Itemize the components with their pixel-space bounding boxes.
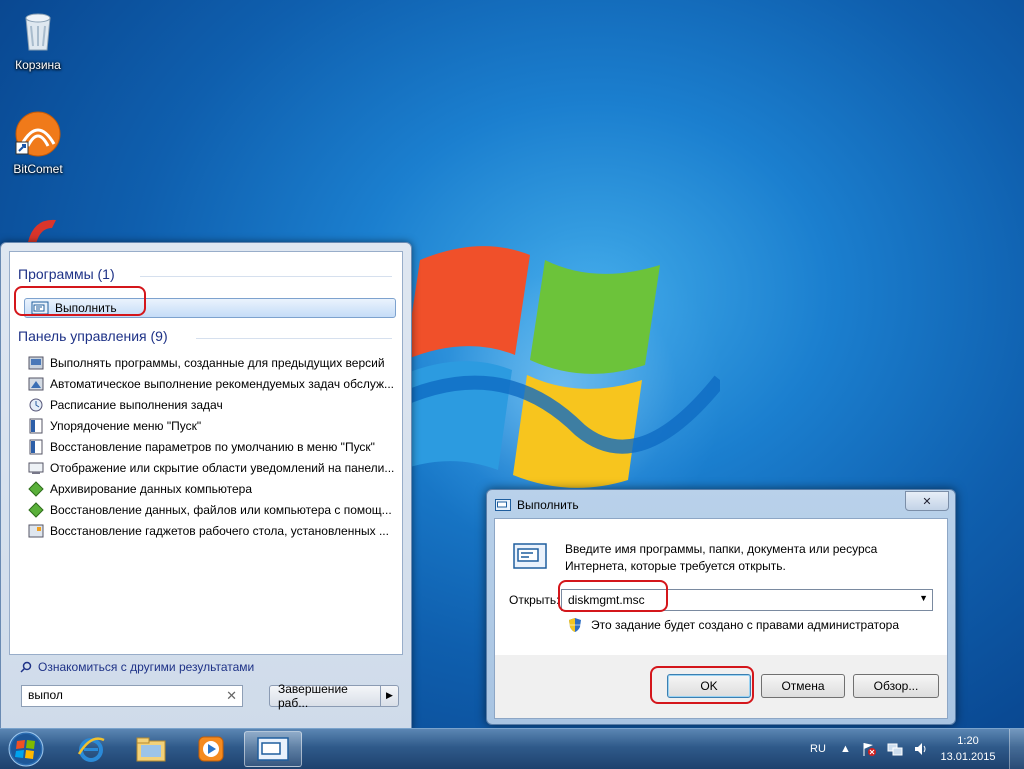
shutdown-button[interactable]: Завершение раб... <box>269 682 381 710</box>
ok-button[interactable]: OK <box>667 674 751 698</box>
close-icon: ✕ <box>922 494 932 508</box>
control-panel-item[interactable]: Восстановление параметров по умолчанию в… <box>28 436 398 457</box>
chevron-down-icon[interactable]: ▼ <box>919 593 928 603</box>
run-icon <box>31 301 49 315</box>
clock-date: 13.01.2015 <box>940 751 996 763</box>
internet-explorer-icon <box>77 737 105 762</box>
run-icon <box>257 737 289 761</box>
clock-time: 1:20 <box>957 735 979 747</box>
shutdown-options-button[interactable]: ▶ <box>381 685 399 707</box>
taskbar-explorer[interactable] <box>122 731 180 767</box>
start-menu-restore-icon <box>29 439 43 454</box>
group-header-control-panel: Панель управления (9) <box>18 328 168 344</box>
start-result-run[interactable]: Выполнить <box>24 298 396 318</box>
windows-orb-icon <box>8 731 44 767</box>
open-combobox[interactable]: diskmgmt.msc ▼ <box>561 589 933 611</box>
action-center-flag-icon[interactable] <box>861 741 877 757</box>
start-menu-settings-icon <box>29 418 43 433</box>
taskbar-run[interactable] <box>244 731 302 767</box>
group-divider <box>196 338 392 339</box>
task-scheduler-icon <box>29 398 43 411</box>
volume-icon[interactable] <box>913 741 929 757</box>
show-hidden-icons-icon[interactable]: ▲ <box>840 743 851 755</box>
bitcomet-icon <box>14 110 62 158</box>
run-title: Выполнить <box>517 498 579 512</box>
tray-icons: ▲ <box>840 729 929 769</box>
close-button[interactable]: ✕ <box>905 491 949 511</box>
arrow-right-icon: ▶ <box>386 691 393 701</box>
backup-icon <box>28 480 44 497</box>
control-panel-item[interactable]: Восстановление данных, файлов или компью… <box>28 499 398 520</box>
clear-search-icon[interactable]: ✕ <box>226 688 237 704</box>
control-panel-item[interactable]: Упорядочение меню "Пуск" <box>28 415 398 436</box>
run-description: Введите имя программы, папки, документа … <box>565 542 878 573</box>
open-value: diskmgmt.msc <box>568 593 645 607</box>
run-content-area <box>495 519 947 655</box>
browse-button[interactable]: Обзор... <box>853 674 939 698</box>
start-search-input[interactable]: выпол ✕ <box>21 685 243 707</box>
network-icon[interactable] <box>887 741 903 757</box>
run-result-label: Выполнить <box>55 301 117 315</box>
maintenance-icon <box>28 377 44 390</box>
taskbar-internet-explorer[interactable] <box>62 731 120 767</box>
compatibility-icon <box>28 356 44 369</box>
group-header-programs: Программы (1) <box>18 266 115 282</box>
admin-note: Это задание будет создано с правами адми… <box>567 617 899 633</box>
restore-icon <box>28 501 44 518</box>
media-player-icon <box>198 736 224 762</box>
control-panel-item[interactable]: Выполнять программы, созданные для преды… <box>28 352 398 373</box>
start-button[interactable] <box>4 729 48 769</box>
notification-area-icon <box>28 462 44 474</box>
explorer-icon <box>136 737 166 762</box>
control-panel-item[interactable]: Архивирование данных компьютера <box>28 478 398 499</box>
gadgets-icon <box>28 524 44 537</box>
search-icon <box>20 661 32 673</box>
desktop-icon-label: Корзина <box>15 58 61 72</box>
group-divider <box>140 276 392 277</box>
run-icon <box>495 499 511 511</box>
clock[interactable]: 1:20 13.01.2015 <box>938 733 998 765</box>
desktop-icon-bitcomet[interactable]: BitComet <box>0 110 76 176</box>
uac-shield-icon <box>569 618 581 632</box>
more-results-link[interactable]: Ознакомиться с другими результатами <box>20 660 254 674</box>
windows-logo-wallpaper <box>386 246 720 488</box>
language-indicator[interactable]: RU <box>810 729 826 769</box>
open-label: Открыть: <box>509 593 560 607</box>
run-body: Введите имя программы, папки, документа … <box>494 518 948 719</box>
taskbar-media-player[interactable] <box>182 731 240 767</box>
recycle-bin-icon <box>14 6 62 54</box>
desktop-icon-label: BitComet <box>13 162 63 176</box>
cancel-button[interactable]: Отмена <box>761 674 845 698</box>
control-panel-item[interactable]: Автоматическое выполнение рекомендуемых … <box>28 373 398 394</box>
start-menu: Программы (1) Выполнить Панель управлени… <box>0 242 412 730</box>
run-titlebar: Выполнить <box>495 498 579 512</box>
show-desktop-button[interactable] <box>1009 729 1024 769</box>
control-panel-item[interactable]: Отображение или скрытие области уведомле… <box>28 457 398 478</box>
control-panel-item[interactable]: Расписание выполнения задач <box>28 394 398 415</box>
search-results-panel: Программы (1) Выполнить Панель управлени… <box>9 251 403 674</box>
run-dialog: Выполнить ✕ Введите имя программы, папки… <box>486 489 956 725</box>
desktop-icon-recycle-bin[interactable]: Корзина <box>0 6 76 72</box>
taskbar: RU ▲ 1:20 13.01.2015 <box>0 728 1024 769</box>
control-panel-item[interactable]: Восстановление гаджетов рабочего стола, … <box>28 520 398 541</box>
run-large-icon <box>513 543 547 569</box>
